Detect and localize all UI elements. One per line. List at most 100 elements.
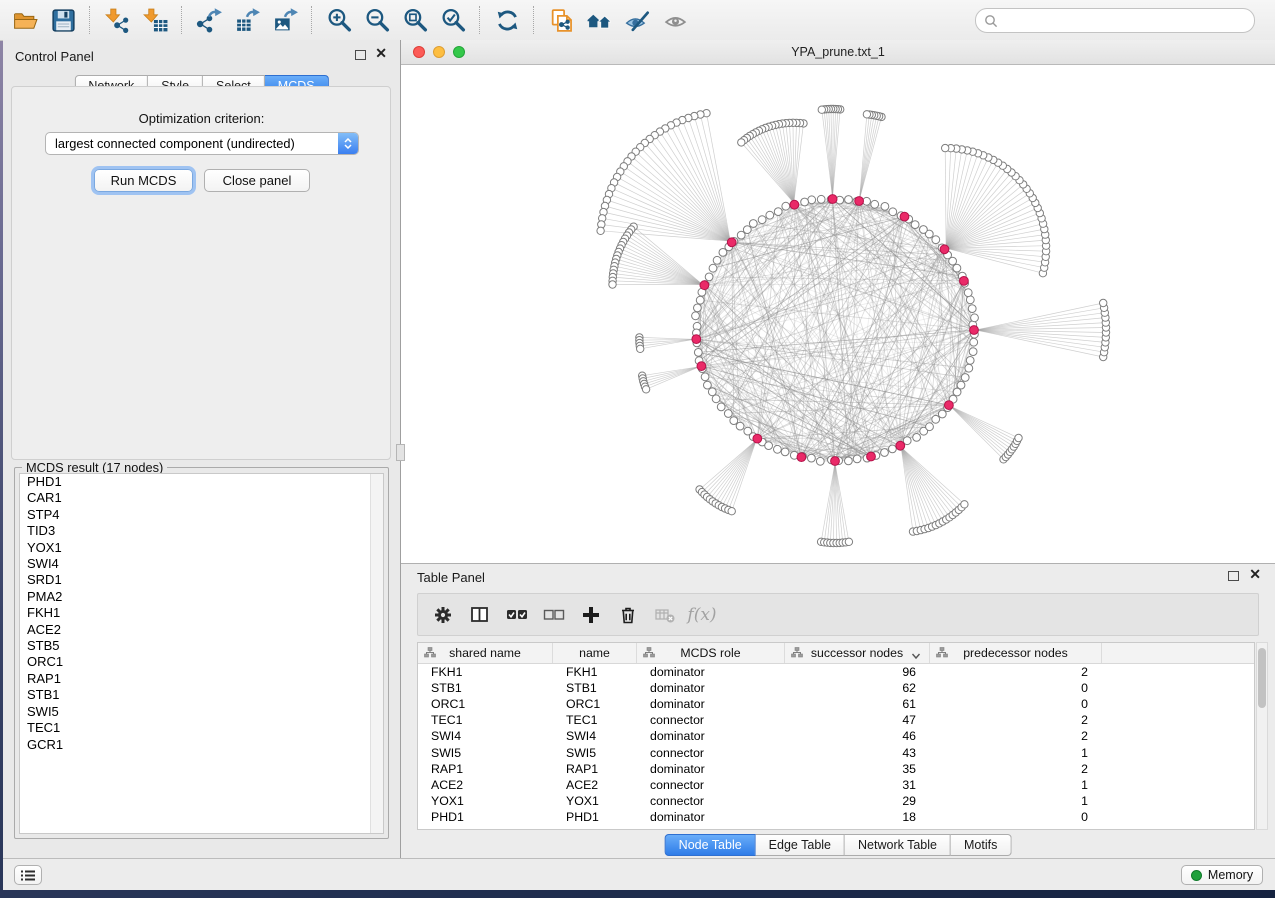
export-table-button[interactable] xyxy=(228,3,266,37)
refresh-button[interactable] xyxy=(488,3,526,37)
import-table-button[interactable] xyxy=(136,3,174,37)
mcds-result-item[interactable]: TEC1 xyxy=(20,720,383,736)
network-window-titlebar[interactable]: YPA_prune.txt_1 xyxy=(401,40,1275,65)
table-row[interactable]: ORC1ORC1dominator610 xyxy=(418,696,1254,712)
add-column-icon xyxy=(580,604,602,626)
column-header-MCDS-role[interactable]: MCDS role xyxy=(637,643,785,663)
export-image-button[interactable] xyxy=(266,3,304,37)
zoom-fit-button[interactable] xyxy=(396,3,434,37)
table-row[interactable]: TEC1TEC1connector472 xyxy=(418,712,1254,728)
network-view-canvas[interactable] xyxy=(401,65,1275,563)
close-table-panel-icon[interactable]: ✕ xyxy=(1249,569,1261,579)
search-box[interactable] xyxy=(975,8,1255,33)
mcds-result-item[interactable]: SWI4 xyxy=(20,556,383,572)
table-row[interactable]: RAP1RAP1dominator352 xyxy=(418,761,1254,777)
network-graph[interactable] xyxy=(401,65,1275,563)
mcds-result-item[interactable]: STB5 xyxy=(20,638,383,654)
delete-column-icon xyxy=(617,604,639,626)
export-network-button[interactable] xyxy=(190,3,228,37)
columns-icon xyxy=(469,604,491,626)
tab-network-table[interactable]: Network Table xyxy=(845,834,951,856)
mcds-result-item[interactable]: YOX1 xyxy=(20,540,383,556)
add-column-button[interactable] xyxy=(576,600,606,630)
mcds-result-item[interactable]: SWI5 xyxy=(20,704,383,720)
float-panel-icon[interactable] xyxy=(355,50,366,60)
zoom-selected-button[interactable] xyxy=(434,3,472,37)
table-row[interactable]: YOX1YOX1connector291 xyxy=(418,793,1254,809)
optimization-criterion-label: Optimization criterion: xyxy=(3,111,400,126)
mcds-result-item[interactable]: SRD1 xyxy=(20,572,383,588)
mcds-result-item[interactable]: STB1 xyxy=(20,687,383,703)
export-table-icon xyxy=(234,7,261,34)
tab-edge-table[interactable]: Edge Table xyxy=(756,834,845,856)
hide-selected-button[interactable] xyxy=(618,3,656,37)
first-neighbors-button[interactable] xyxy=(580,3,618,37)
zoom-in-button[interactable] xyxy=(320,3,358,37)
mcds-result-item[interactable]: STP4 xyxy=(20,507,383,523)
column-header-shared-name[interactable]: shared name xyxy=(418,643,553,663)
mcds-result-item[interactable]: PHD1 xyxy=(20,474,383,490)
zoom-fit-icon xyxy=(402,7,429,34)
cell-successor-nodes: 62 xyxy=(785,681,930,695)
tab-node-table[interactable]: Node Table xyxy=(665,834,756,856)
column-type-icon xyxy=(643,647,655,658)
deselect-all-button[interactable] xyxy=(539,600,569,630)
column-header-successor-nodes[interactable]: successor nodes xyxy=(785,643,930,663)
save-session-button[interactable] xyxy=(44,3,82,37)
table-row[interactable]: FKH1FKH1dominator962 xyxy=(418,664,1254,680)
table-row[interactable]: SWI5SWI5connector431 xyxy=(418,744,1254,760)
node-table[interactable]: shared namenameMCDS rolesuccessor nodesp… xyxy=(417,642,1255,830)
cell-MCDS-role: dominator xyxy=(637,681,785,695)
mcds-list-scrollbar[interactable] xyxy=(370,474,383,833)
cell-successor-nodes: 43 xyxy=(785,746,930,760)
mcds-result-item[interactable]: ACE2 xyxy=(20,622,383,638)
cell-shared-name: FKH1 xyxy=(418,665,553,679)
duplicate-network-button[interactable] xyxy=(542,3,580,37)
select-all-button[interactable] xyxy=(502,600,532,630)
memory-status-icon xyxy=(1191,870,1202,881)
memory-button[interactable]: Memory xyxy=(1181,865,1263,885)
mcds-result-item[interactable]: ORC1 xyxy=(20,654,383,670)
table-row[interactable]: SWI4SWI4dominator462 xyxy=(418,728,1254,744)
delete-column-button[interactable] xyxy=(613,600,643,630)
open-file-button[interactable] xyxy=(6,3,44,37)
table-scrollbar[interactable] xyxy=(1256,642,1268,830)
mcds-result-item[interactable]: CAR1 xyxy=(20,490,383,506)
vertical-splitter-handle[interactable] xyxy=(396,444,405,461)
float-table-panel-icon[interactable] xyxy=(1228,571,1239,581)
cell-successor-nodes: 96 xyxy=(785,665,930,679)
close-panel-button[interactable]: Close panel xyxy=(204,169,310,192)
cell-predecessor-nodes: 0 xyxy=(930,810,1102,824)
mcds-result-item[interactable]: RAP1 xyxy=(20,671,383,687)
import-network-button[interactable] xyxy=(98,3,136,37)
zoom-out-button[interactable] xyxy=(358,3,396,37)
cell-name: FKH1 xyxy=(553,665,637,679)
table-row[interactable]: PHD1PHD1dominator180 xyxy=(418,809,1254,825)
column-header-predecessor-nodes[interactable]: predecessor nodes xyxy=(930,643,1102,663)
optimization-criterion-dropdown[interactable]: largest connected component (undirected) xyxy=(45,132,359,155)
table-body: FKH1FKH1dominator962STB1STB1dominator620… xyxy=(418,664,1254,825)
status-menu-button[interactable] xyxy=(14,865,42,885)
cell-name: YOX1 xyxy=(553,794,637,808)
columns-button[interactable] xyxy=(465,600,495,630)
cell-shared-name: STB1 xyxy=(418,681,553,695)
mcds-result-item[interactable]: TID3 xyxy=(20,523,383,539)
search-input[interactable] xyxy=(1003,13,1254,29)
run-mcds-button[interactable]: Run MCDS xyxy=(94,169,193,192)
search-icon xyxy=(984,14,998,28)
table-row[interactable]: ACE2ACE2connector311 xyxy=(418,777,1254,793)
column-header-name[interactable]: name xyxy=(553,643,637,663)
show-all-button[interactable] xyxy=(656,3,694,37)
gear-button[interactable] xyxy=(428,600,458,630)
close-panel-icon[interactable]: ✕ xyxy=(375,48,387,58)
cell-predecessor-nodes: 1 xyxy=(930,746,1102,760)
tab-motifs[interactable]: Motifs xyxy=(951,834,1011,856)
mcds-result-list[interactable]: PHD1CAR1STP4TID3YOX1SWI4SRD1PMA2FKH1ACE2… xyxy=(19,473,384,834)
table-scrollbar-thumb[interactable] xyxy=(1258,648,1266,708)
mcds-result-item[interactable]: PMA2 xyxy=(20,589,383,605)
mcds-result-item[interactable]: GCR1 xyxy=(20,737,383,753)
list-menu-icon xyxy=(20,869,36,882)
mcds-result-item[interactable]: FKH1 xyxy=(20,605,383,621)
table-row[interactable]: STB1STB1dominator620 xyxy=(418,680,1254,696)
cell-MCDS-role: connector xyxy=(637,794,785,808)
